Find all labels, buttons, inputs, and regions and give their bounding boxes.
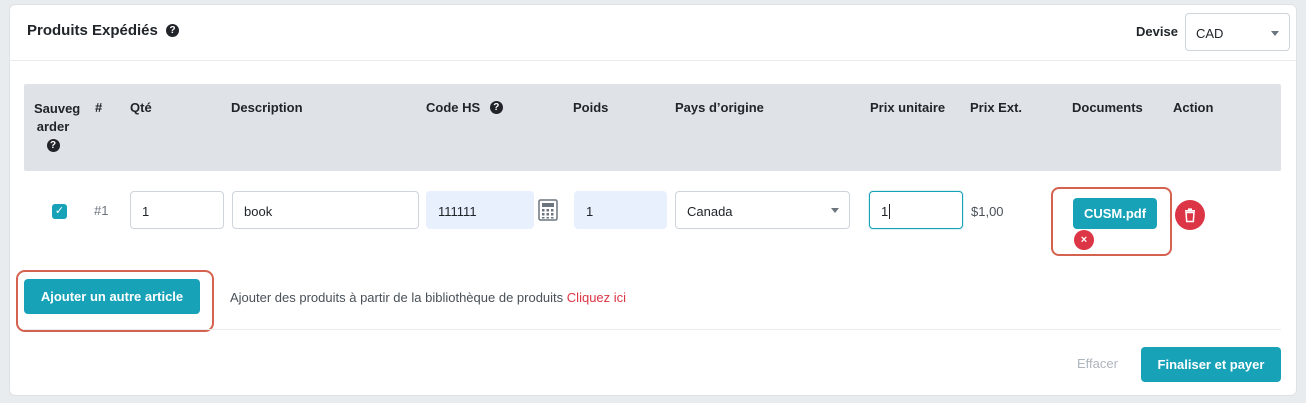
origin-select[interactable]: Canada — [675, 191, 850, 229]
chevron-down-icon — [1271, 31, 1279, 36]
ext-price-value: $1,00 — [971, 204, 1004, 219]
column-header-qty: Qté — [130, 100, 152, 115]
column-header-action: Action — [1173, 100, 1214, 115]
text-cursor: ​ — [889, 204, 891, 219]
question-icon[interactable]: ? — [46, 139, 60, 153]
column-header-documents: Documents — [1072, 100, 1143, 115]
card-title-text: Produits Expédiés — [27, 22, 158, 39]
currency-value: CAD — [1196, 26, 1224, 41]
column-header-origin: Pays d’origine — [675, 100, 764, 115]
card-header: Produits Expédiés ? Devise CAD — [10, 5, 1296, 61]
chevron-down-icon — [831, 208, 839, 213]
library-link[interactable]: Cliquez ici — [567, 290, 626, 305]
card-title: Produits Expédiés ? — [27, 22, 180, 39]
question-icon[interactable]: ? — [489, 101, 503, 115]
currency-label: Devise — [1136, 24, 1178, 39]
save-checkbox[interactable]: ✓ — [52, 204, 67, 219]
column-header-hs-code: Code HS ? — [426, 100, 503, 115]
column-header-hs-code-label: Code HS — [426, 100, 481, 115]
remove-document-icon[interactable]: × — [1074, 230, 1094, 250]
footer-divider — [24, 329, 1281, 330]
question-icon[interactable]: ? — [166, 23, 180, 37]
finalize-pay-button[interactable]: Finaliser et payer — [1141, 347, 1281, 382]
column-header-weight: Poids — [573, 100, 609, 115]
products-card: Produits Expédiés ? Devise CAD Sauveg ard… — [9, 4, 1297, 396]
unit-price-input[interactable]: 1​ — [869, 191, 963, 229]
hs-code-input[interactable]: 111111 — [426, 191, 534, 229]
weight-input[interactable]: 1 — [574, 191, 667, 229]
row-number: #1 — [94, 203, 109, 218]
currency-select[interactable]: CAD — [1185, 13, 1290, 51]
library-text-label: Ajouter des produits à partir de la bibl… — [230, 290, 564, 305]
origin-value: Canada — [687, 204, 733, 219]
column-header-ext-price: Prix Ext. — [970, 100, 1023, 115]
add-item-button[interactable]: Ajouter un autre article — [24, 279, 200, 314]
calculator-icon[interactable] — [538, 199, 558, 221]
column-header-number: # — [95, 100, 103, 115]
column-header-description: Description — [231, 100, 303, 115]
table-header: Sauveg arder ? # Qté Description Code HS … — [24, 84, 1281, 171]
description-input[interactable]: book — [232, 191, 419, 229]
library-text: Ajouter des produits à partir de la bibl… — [230, 290, 626, 305]
clear-button[interactable]: Effacer — [1077, 356, 1118, 371]
column-header-save: Sauveg arder ? — [34, 100, 80, 154]
column-header-save-label: Sauveg arder — [34, 101, 81, 134]
unit-price-value: 1 — [881, 204, 889, 219]
column-header-unit-price: Prix unitaire — [870, 100, 946, 115]
delete-row-button[interactable] — [1175, 200, 1205, 230]
document-file-button[interactable]: CUSM.pdf — [1073, 198, 1157, 229]
trash-icon — [1185, 208, 1195, 223]
qty-input[interactable]: 1 — [130, 191, 224, 229]
